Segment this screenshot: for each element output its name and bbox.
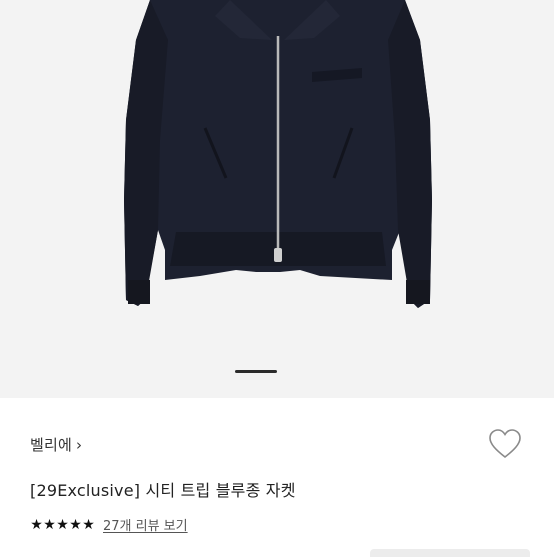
carousel-indicator <box>235 370 277 373</box>
star-icon: ★ <box>30 516 43 533</box>
chevron-right-icon: › <box>76 435 83 454</box>
product-image-carousel[interactable] <box>0 0 554 398</box>
rating-stars: ★ ★ ★ ★ ★ <box>30 518 95 532</box>
review-link[interactable]: 27개 리뷰 보기 <box>103 515 188 534</box>
star-icon: ★ <box>56 516 69 533</box>
brand-name: 벨리에 <box>30 436 73 454</box>
brand-link[interactable]: 벨리에 › <box>30 434 82 455</box>
product-image <box>124 0 432 308</box>
star-icon: ★ <box>43 516 56 533</box>
partial-button[interactable] <box>370 549 530 557</box>
rating-row[interactable]: ★ ★ ★ ★ ★ 27개 리뷰 보기 <box>30 515 188 535</box>
product-info: 벨리에 › [29Exclusive] 시티 트립 블루종 자켓 ★ ★ ★ ★… <box>0 398 554 557</box>
product-title: [29Exclusive] 시티 트립 블루종 자켓 <box>30 481 296 500</box>
heart-outline-icon[interactable] <box>488 428 522 460</box>
star-icon: ★ <box>82 516 95 533</box>
star-icon: ★ <box>69 516 82 533</box>
